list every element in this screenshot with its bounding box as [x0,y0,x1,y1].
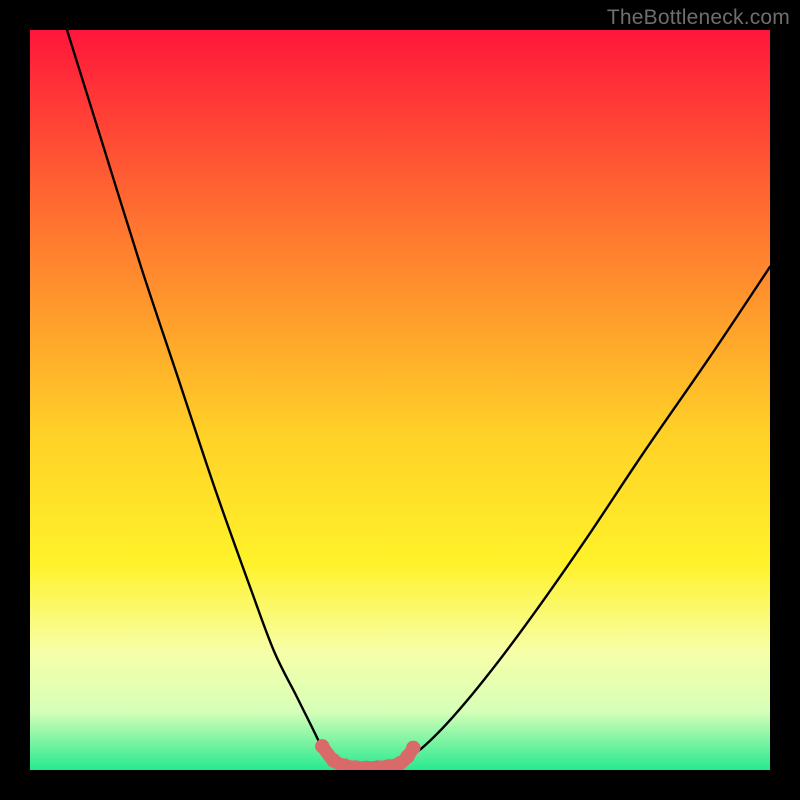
valley-marker [406,741,420,755]
plot-area [30,30,770,770]
chart-stage: TheBottleneck.com [0,0,800,800]
right-curve [400,267,770,763]
valley-markers [315,739,420,770]
left-curve [67,30,333,763]
watermark-text: TheBottleneck.com [607,6,790,30]
valley-marker [315,739,329,753]
curve-layer [30,30,770,770]
